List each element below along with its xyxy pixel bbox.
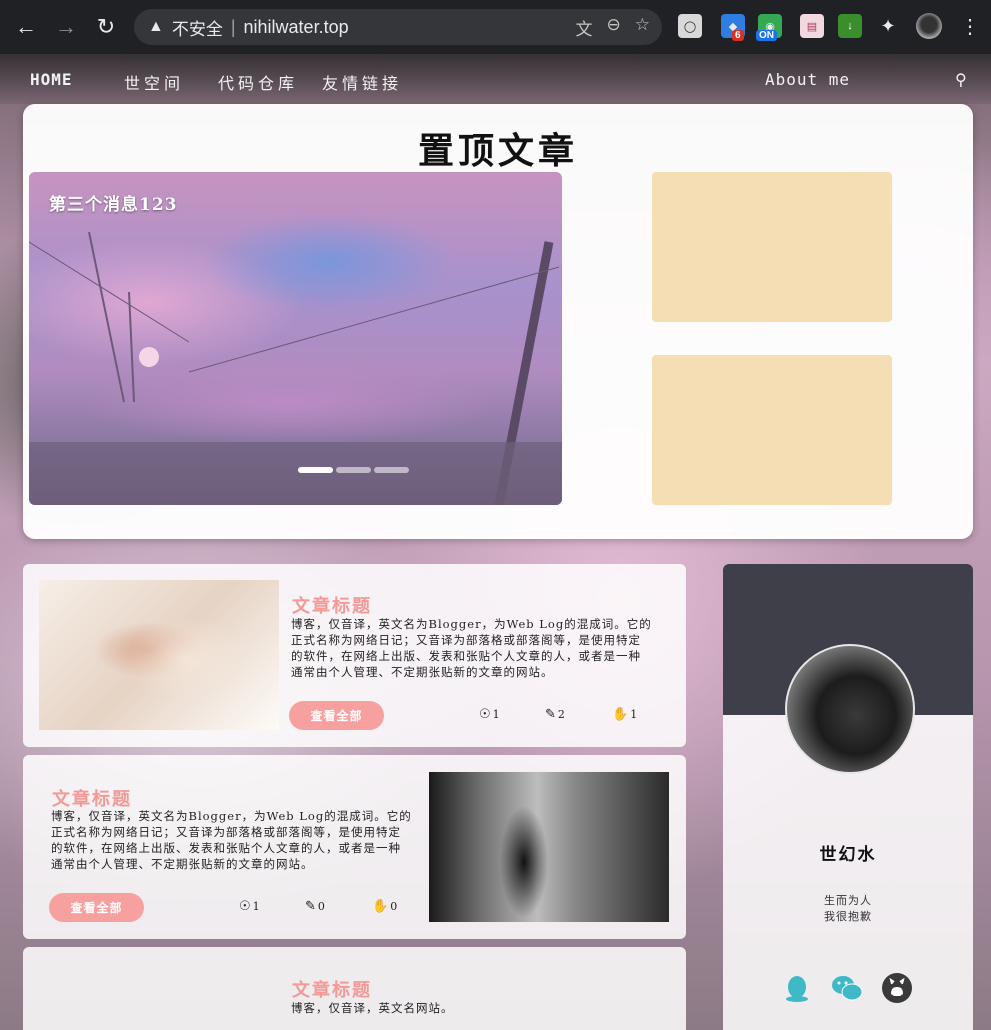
eye-icon: ☉ <box>479 707 491 722</box>
carousel-image <box>29 231 562 505</box>
pinned-placeholder-2[interactable] <box>652 355 892 505</box>
read-more-button[interactable]: 查看全部 <box>49 893 144 922</box>
back-button[interactable]: ← <box>6 7 46 47</box>
github-icon[interactable] <box>881 972 913 1004</box>
wechat-icon[interactable] <box>831 972 863 1004</box>
pinned-articles-card: 置顶文章 第三个消息123 <box>23 104 973 539</box>
likes-value: 0 <box>390 900 398 913</box>
nav-friend-links[interactable]: 友情链接 <box>322 70 402 94</box>
nav-world[interactable]: 世空间 <box>124 70 184 94</box>
like-count[interactable]: ✋ 1 <box>612 707 637 722</box>
article-excerpt: 博客，仅音译，英文名为Blogger，为Web Log的混成词。它的正式名称为网… <box>291 617 652 679</box>
reader-extension-icon[interactable]: ▤ <box>800 14 824 38</box>
reload-button[interactable]: ↻ <box>86 7 126 47</box>
avatar[interactable] <box>785 644 915 774</box>
comment-icon: ✎ <box>305 899 316 914</box>
carousel-dot-2[interactable] <box>336 467 371 473</box>
views-value: 1 <box>252 900 260 913</box>
thumbs-up-icon: ✋ <box>612 707 629 722</box>
article-card-1: 文章标题 博客，仅音译，英文名为Blogger，为Web Log的混成词。它的正… <box>23 564 686 747</box>
pinned-placeholder-1[interactable] <box>652 172 892 322</box>
like-count[interactable]: ✋ 0 <box>372 899 397 914</box>
view-count: ☉ 1 <box>239 899 260 914</box>
carousel-caption: 第三个消息123 <box>49 195 178 215</box>
extension-badge: 6 <box>732 30 744 41</box>
warning-icon: ▲ <box>148 18 164 35</box>
comments-value: 2 <box>557 708 565 721</box>
view-count: ☉ 1 <box>479 707 500 722</box>
thumbs-up-icon: ✋ <box>372 899 389 914</box>
article-card-3: 文章标题 博客，仅音译，英文名网站。 <box>23 947 686 1030</box>
profile-name: 世幻水 <box>819 845 877 865</box>
eye-icon: ☉ <box>239 899 251 914</box>
qq-icon[interactable] <box>781 972 813 1004</box>
article-title[interactable]: 文章标题 <box>292 592 372 618</box>
comment-count[interactable]: ✎ 0 <box>305 899 325 914</box>
site-nav: HOME 世空间 代码仓库 友情链接 About me ⚲ <box>0 54 991 104</box>
views-value: 1 <box>492 708 500 721</box>
address-bar[interactable]: ▲ 不安全 | nihilwater.top 文 ⊖ ☆ <box>134 9 662 45</box>
avatar[interactable] <box>916 13 942 39</box>
menu-icon[interactable]: ⋮ <box>958 14 982 38</box>
search-icon[interactable]: ⚲ <box>955 70 967 89</box>
carousel-dot-3[interactable] <box>374 467 409 473</box>
extension-badge: ON <box>756 30 777 41</box>
nav-repo[interactable]: 代码仓库 <box>218 70 298 94</box>
carousel-dot-1[interactable] <box>298 467 333 473</box>
article-excerpt: 博客，仅音译，英文名为Blogger，为Web Log的混成词。它的正式名称为网… <box>51 809 412 871</box>
url-text[interactable]: nihilwater.top <box>244 17 349 38</box>
comments-value: 0 <box>317 900 325 913</box>
article-image[interactable] <box>39 580 279 730</box>
read-more-button[interactable]: 查看全部 <box>289 701 384 730</box>
article-excerpt: 博客，仅音译，英文名网站。 <box>291 1001 454 1015</box>
profile-motto-line-1: 生而为人 <box>824 894 872 907</box>
carousel[interactable]: 第三个消息123 <box>29 172 562 505</box>
translate-icon[interactable]: 文 <box>576 15 593 40</box>
page-title: 置顶文章 <box>417 130 578 172</box>
browser-toolbar: ← → ↻ ▲ 不安全 | nihilwater.top 文 ⊖ ☆ ◯ ◆ 6… <box>0 0 991 54</box>
likes-value: 1 <box>630 708 638 721</box>
comment-count[interactable]: ✎ 2 <box>545 707 565 722</box>
article-image[interactable] <box>429 772 669 922</box>
puzzle-extensions-icon[interactable]: ✦ <box>876 14 900 38</box>
article-card-2: 文章标题 博客，仅音译，英文名为Blogger，为Web Log的混成词。它的正… <box>23 755 686 939</box>
nav-home[interactable]: HOME <box>30 70 73 89</box>
comment-icon: ✎ <box>545 707 556 722</box>
bookmark-star-icon[interactable]: ☆ <box>635 15 650 40</box>
profile-card: 世幻水 生而为人 我很抱歉 <box>723 564 973 1030</box>
nav-about[interactable]: About me <box>765 70 850 89</box>
security-label: 不安全 <box>171 19 223 39</box>
download-extension-icon[interactable]: ↓ <box>838 14 862 38</box>
separator: | <box>230 16 236 37</box>
article-title[interactable]: 文章标题 <box>292 976 372 1002</box>
zoom-icon[interactable]: ⊖ <box>607 15 621 40</box>
toggle-extension-icon[interactable]: ◯ <box>678 14 702 38</box>
profile-motto-line-2: 我很抱歉 <box>824 910 872 923</box>
forward-button[interactable]: → <box>46 7 86 47</box>
